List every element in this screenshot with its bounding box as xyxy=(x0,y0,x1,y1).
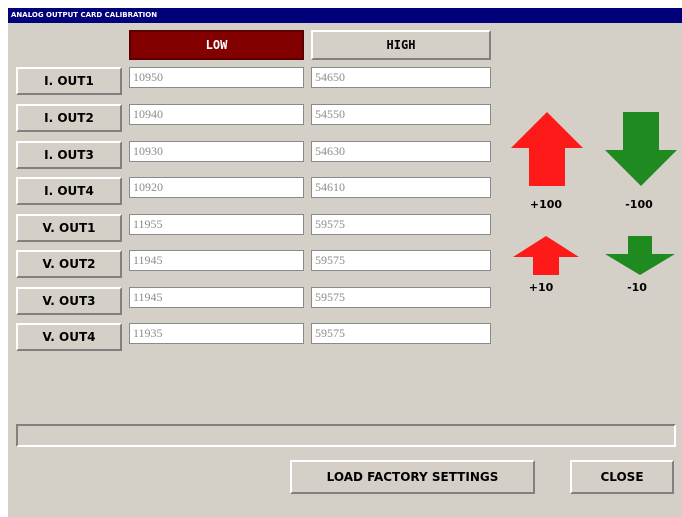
plus-10-label: +10 xyxy=(528,281,554,294)
arrow-up-large-icon[interactable] xyxy=(511,112,583,186)
low-value-field-i-out2[interactable]: 10940 xyxy=(129,104,304,125)
row-button-v-out1[interactable]: V. OUT1 xyxy=(16,214,122,242)
row-button-v-out2[interactable]: V. OUT2 xyxy=(16,250,122,278)
load-factory-settings-button[interactable]: LOAD FACTORY SETTINGS xyxy=(290,460,535,494)
low-value-field-v-out2[interactable]: 11945 xyxy=(129,250,304,271)
high-value-field-i-out3[interactable]: 54630 xyxy=(311,141,491,162)
row-button-v-out3[interactable]: V. OUT3 xyxy=(16,287,122,315)
high-value-field-i-out1[interactable]: 54650 xyxy=(311,67,491,88)
minus-100-label: -100 xyxy=(625,198,653,211)
plus-100-label: +100 xyxy=(529,198,563,211)
arrow-down-large-icon[interactable] xyxy=(605,112,677,186)
high-value-field-v-out2[interactable]: 59575 xyxy=(311,250,491,271)
low-value-field-v-out1[interactable]: 11955 xyxy=(129,214,304,235)
progress-bar xyxy=(16,424,676,447)
column-header-low[interactable]: LOW xyxy=(129,30,304,60)
column-header-high[interactable]: HIGH xyxy=(311,30,491,60)
high-value-field-v-out3[interactable]: 59575 xyxy=(311,287,491,308)
row-button-i-out2[interactable]: I. OUT2 xyxy=(16,104,122,132)
high-value-field-i-out2[interactable]: 54550 xyxy=(311,104,491,125)
row-button-v-out4[interactable]: V. OUT4 xyxy=(16,323,122,351)
low-value-field-i-out1[interactable]: 10950 xyxy=(129,67,304,88)
high-value-field-v-out4[interactable]: 59575 xyxy=(311,323,491,344)
low-value-field-v-out4[interactable]: 11935 xyxy=(129,323,304,344)
arrow-down-small-icon[interactable] xyxy=(605,236,675,275)
low-value-field-i-out4[interactable]: 10920 xyxy=(129,177,304,198)
high-value-field-v-out1[interactable]: 59575 xyxy=(311,214,491,235)
row-button-i-out3[interactable]: I. OUT3 xyxy=(16,141,122,169)
minus-10-label: -10 xyxy=(627,281,647,294)
calibration-window: ANALOG OUTPUT CARD CALIBRATION LOW HIGH … xyxy=(8,8,682,517)
low-value-field-v-out3[interactable]: 11945 xyxy=(129,287,304,308)
row-button-i-out4[interactable]: I. OUT4 xyxy=(16,177,122,205)
high-value-field-i-out4[interactable]: 54610 xyxy=(311,177,491,198)
close-button[interactable]: CLOSE xyxy=(570,460,674,494)
window-title: ANALOG OUTPUT CARD CALIBRATION xyxy=(8,8,682,23)
arrow-up-small-icon[interactable] xyxy=(513,236,579,275)
low-value-field-i-out3[interactable]: 10930 xyxy=(129,141,304,162)
row-button-i-out1[interactable]: I. OUT1 xyxy=(16,67,122,95)
